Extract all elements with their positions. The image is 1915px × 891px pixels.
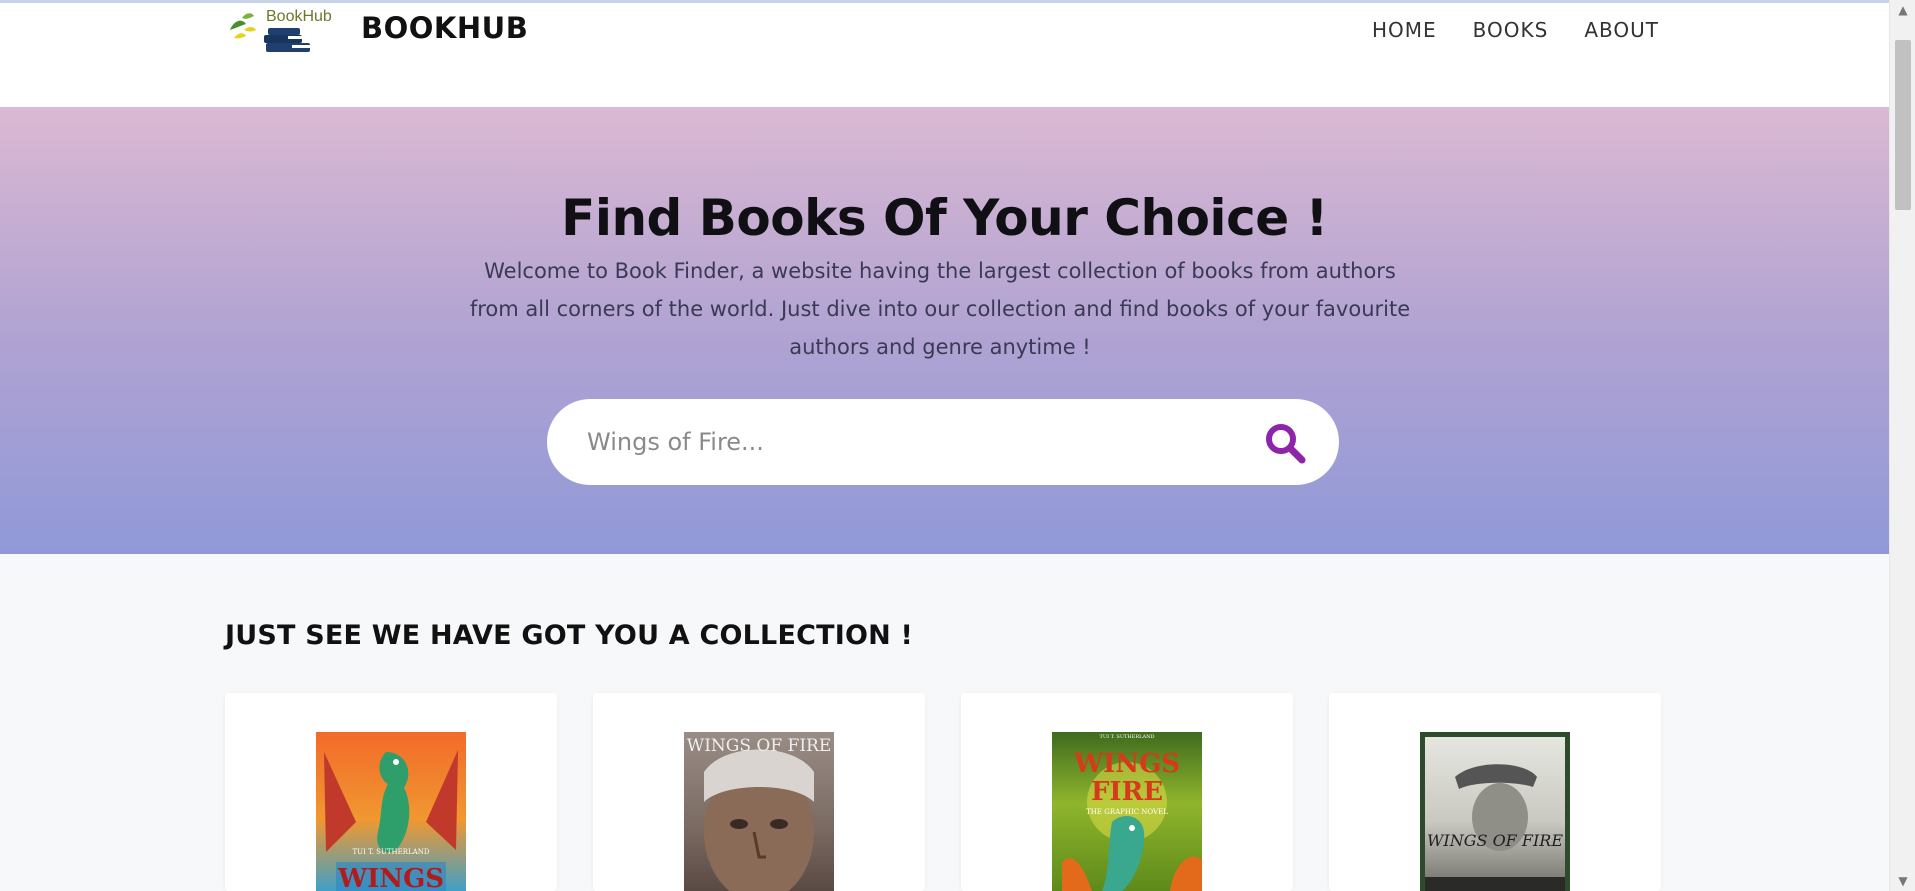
book-author-text: TUI T. SUTHERLAND bbox=[1099, 734, 1155, 740]
site-header: BookHub BOOKHUB HOME BOOKS ABOUT bbox=[0, 3, 1889, 107]
scrollbar-thumb[interactable] bbox=[1895, 40, 1911, 210]
bookhub-logo[interactable]: BookHub bbox=[228, 8, 332, 54]
book-title-text: WINGS OF FIRE bbox=[686, 736, 832, 756]
search-icon[interactable] bbox=[1263, 421, 1307, 465]
collection-title: JUST SEE WE HAVE GOT YOU A COLLECTION ! bbox=[225, 620, 914, 651]
search-input[interactable] bbox=[587, 420, 1247, 464]
book-subtitle-text: THE GRAPHIC NOVEL bbox=[1086, 808, 1168, 816]
book-cover[interactable]: TUI T. SUTHERLAND WINGS FIRE THE GRAPHIC… bbox=[1052, 732, 1202, 891]
nav-home[interactable]: HOME bbox=[1372, 18, 1437, 42]
book-cover[interactable]: WINGS OF FIRE bbox=[1420, 732, 1570, 891]
hero-section: Find Books Of Your Choice ! Welcome to B… bbox=[0, 107, 1889, 554]
book-card[interactable]: WINGS OF FIRE bbox=[593, 693, 925, 891]
book-card[interactable]: WINGS OF FIRE bbox=[1329, 693, 1661, 891]
book-title-text: WINGS FIRE bbox=[1073, 749, 1181, 807]
book-card[interactable]: TUI T. SUTHERLAND WINGS bbox=[225, 693, 557, 891]
book-cover[interactable]: TUI T. SUTHERLAND WINGS bbox=[316, 732, 466, 891]
book-author-text: TUI T. SUTHERLAND bbox=[352, 848, 430, 856]
hero-subtitle: Welcome to Book Finder, a website having… bbox=[469, 259, 1411, 359]
search-bar bbox=[547, 399, 1339, 485]
nav-books[interactable]: BOOKS bbox=[1473, 18, 1549, 42]
book-title-text: WINGS bbox=[337, 864, 445, 891]
hero-title: Find Books Of Your Choice ! bbox=[561, 189, 1328, 247]
logo-text: BookHub bbox=[266, 8, 332, 25]
brand-title[interactable]: BOOKHUB bbox=[361, 11, 528, 45]
main-nav: HOME BOOKS ABOUT bbox=[1372, 18, 1659, 42]
man-photo-image bbox=[1425, 764, 1565, 891]
scroll-up-icon[interactable]: ▲ bbox=[1890, 0, 1915, 20]
nav-about[interactable]: ABOUT bbox=[1584, 18, 1659, 42]
book-title-text: WINGS OF FIRE bbox=[1426, 831, 1564, 850]
book-card[interactable]: TUI T. SUTHERLAND WINGS FIRE THE GRAPHIC… bbox=[961, 693, 1293, 891]
book-cover[interactable]: WINGS OF FIRE bbox=[684, 732, 834, 891]
scroll-down-icon[interactable]: ▼ bbox=[1890, 871, 1915, 891]
cover-photo: WINGS OF FIRE bbox=[1425, 737, 1565, 891]
page-scrollbar[interactable]: ▲ ▼ bbox=[1889, 0, 1915, 891]
